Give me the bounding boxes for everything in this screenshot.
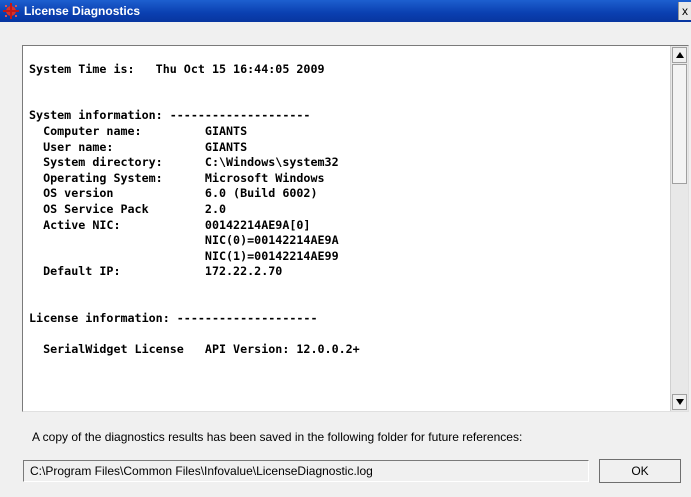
log-line: Default IP: 172.22.2.70 bbox=[29, 264, 283, 279]
log-line: SerialWidget License API Version: 12.0.0… bbox=[29, 342, 360, 357]
scroll-down-button[interactable] bbox=[672, 394, 687, 410]
log-line: OS Service Pack 2.0 bbox=[29, 201, 227, 216]
license-diagnostics-window: License Diagnostics x System Time is: Th… bbox=[0, 0, 691, 497]
log-line: NIC(0)=00142214AE9A bbox=[29, 233, 339, 248]
app-icon bbox=[3, 3, 19, 19]
log-line: System Time is: Thu Oct 15 16:44:05 2009 bbox=[29, 61, 325, 76]
vertical-scrollbar[interactable] bbox=[670, 46, 688, 411]
scrollbar-thumb[interactable] bbox=[672, 64, 687, 184]
arrow-up-icon bbox=[675, 52, 684, 58]
arrow-down-icon bbox=[675, 399, 684, 405]
close-button[interactable]: x bbox=[678, 2, 691, 20]
ok-button[interactable]: OK bbox=[599, 459, 681, 483]
diagnostics-output[interactable]: System Time is: Thu Oct 15 16:44:05 2009… bbox=[22, 45, 689, 412]
diagnostics-log-text: System Time is: Thu Oct 15 16:44:05 2009… bbox=[29, 46, 360, 358]
log-line: NIC(1)=00142214AE99 bbox=[29, 248, 339, 263]
log-path-field[interactable]: C:\Program Files\Common Files\Infovalue\… bbox=[23, 460, 589, 482]
log-line: System directory: C:\Windows\system32 bbox=[29, 155, 339, 170]
log-line: Active NIC: 00142214AE9A[0] bbox=[29, 217, 311, 232]
log-line: License information: -------------------… bbox=[29, 311, 318, 326]
log-line: Computer name: GIANTS bbox=[29, 123, 248, 138]
log-line: Operating System: Microsoft Windows bbox=[29, 170, 325, 185]
log-line: System information: -------------------- bbox=[29, 108, 311, 123]
window-title: License Diagnostics bbox=[24, 4, 141, 18]
title-bar[interactable]: License Diagnostics x bbox=[0, 0, 691, 22]
log-path-text: C:\Program Files\Common Files\Infovalue\… bbox=[30, 464, 373, 478]
scroll-up-button[interactable] bbox=[672, 47, 687, 63]
log-line: OS version 6.0 (Build 6002) bbox=[29, 186, 318, 201]
saved-location-hint: A copy of the diagnostics results has be… bbox=[32, 430, 523, 444]
log-line: User name: GIANTS bbox=[29, 139, 248, 154]
